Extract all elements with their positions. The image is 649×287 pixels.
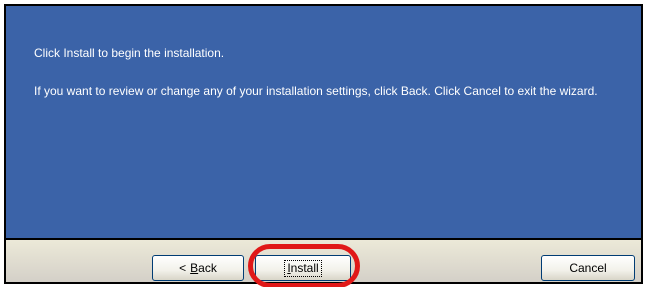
cancel-button[interactable]: Cancel <box>541 255 635 281</box>
back-mnemonic: B <box>190 261 199 275</box>
installer-wizard-window: Click Install to begin the installation.… <box>0 0 649 287</box>
review-settings-text: If you want to review or change any of y… <box>34 84 598 98</box>
install-label-rest: nstall <box>290 260 319 275</box>
cancel-label: Cancel <box>569 261 607 275</box>
back-arrow-glyph: < <box>179 261 187 275</box>
install-button[interactable]: Install <box>255 255 351 281</box>
install-prompt-text: Click Install to begin the installation. <box>34 46 225 60</box>
wizard-content-panel: Click Install to begin the installation.… <box>4 4 643 238</box>
back-label-rest: ack <box>198 261 217 275</box>
install-focus-rect: Install <box>284 259 322 277</box>
back-button[interactable]: < Back <box>152 255 244 281</box>
